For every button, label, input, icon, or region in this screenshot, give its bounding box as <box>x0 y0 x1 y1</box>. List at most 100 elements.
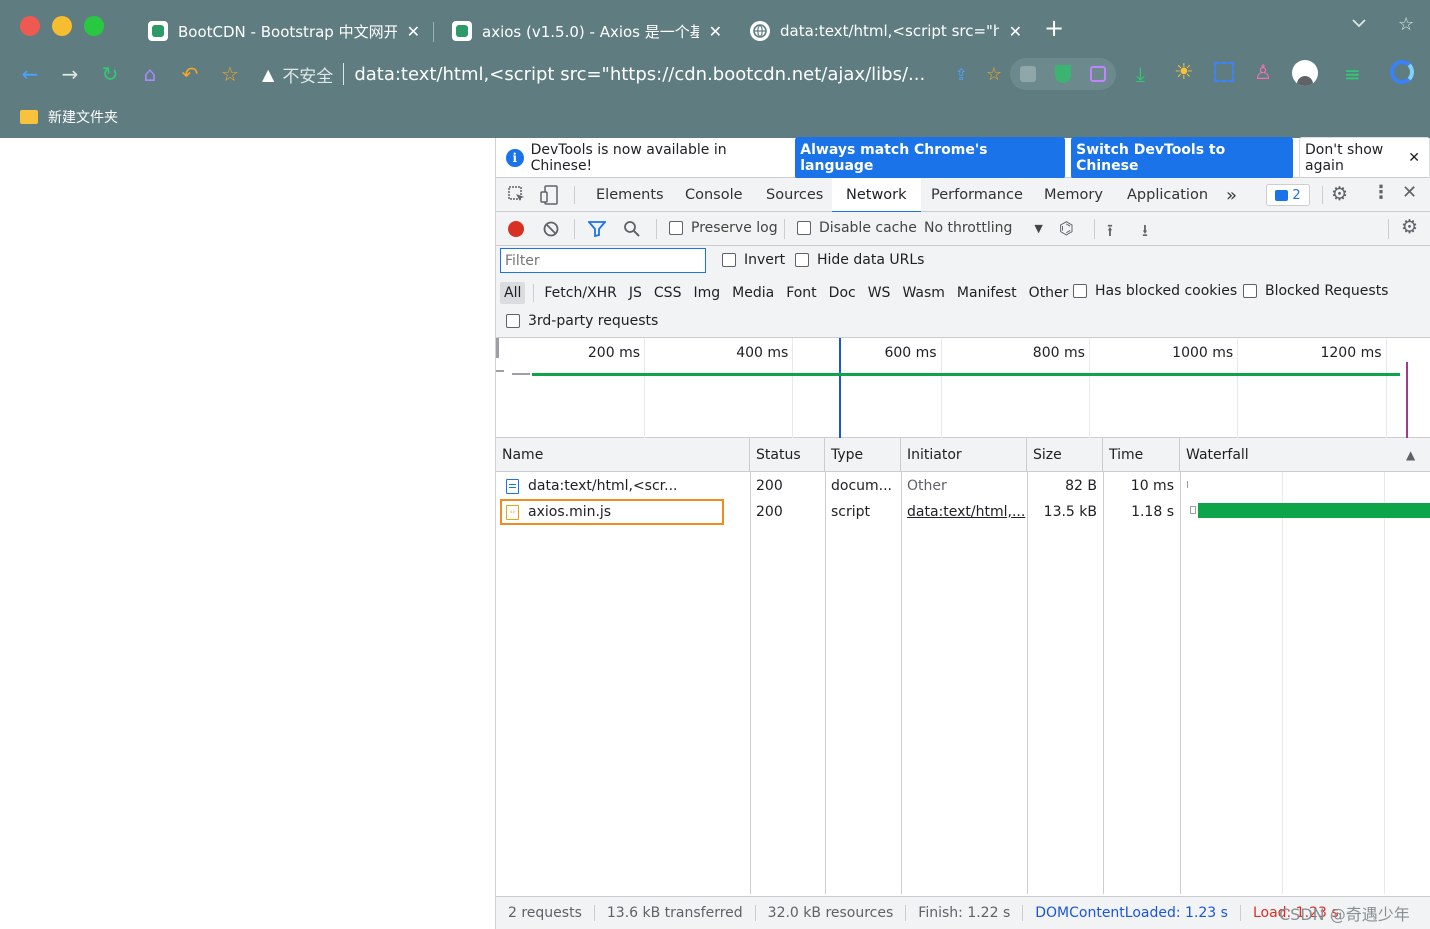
column-header-size[interactable]: Size <box>1027 438 1103 472</box>
checkbox[interactable] <box>797 221 811 235</box>
column-header-status[interactable]: Status <box>750 438 825 472</box>
tab-network[interactable]: Network <box>832 178 921 213</box>
type-filter-media[interactable]: Media <box>728 282 778 304</box>
close-devtools-icon[interactable]: ✕ <box>1402 182 1417 203</box>
tab-close-icon[interactable]: ✕ <box>1009 22 1022 41</box>
omnibox[interactable]: ▲ 不安全 data:text/html,<script src="https:… <box>262 58 1002 90</box>
column-header-waterfall[interactable]: Waterfall <box>1180 438 1430 472</box>
home-icon[interactable]: ⌂ <box>136 52 164 96</box>
column-header-type[interactable]: Type <box>825 438 901 472</box>
type-filter-all[interactable]: All <box>500 282 526 304</box>
type-filter-css[interactable]: CSS <box>650 282 686 304</box>
type-filter-ws[interactable]: WS <box>864 282 895 304</box>
network-conditions-icon[interactable]: ⌬ <box>1059 219 1074 239</box>
network-overview-timeline[interactable]: 200 ms 400 ms 600 ms 800 ms 1000 ms 1200 ms <box>496 338 1430 438</box>
shield-icon[interactable] <box>1054 65 1071 83</box>
tab-memory[interactable]: Memory <box>1044 178 1103 212</box>
export-har-icon[interactable]: ⭳ <box>1142 218 1148 247</box>
filter-icon[interactable] <box>587 221 607 238</box>
device-toolbar-icon[interactable] <box>540 185 558 205</box>
column-header-name[interactable]: Name <box>496 438 750 472</box>
checkbox[interactable] <box>1243 284 1257 298</box>
record-icon[interactable] <box>508 221 524 237</box>
extension-icon[interactable] <box>1019 66 1036 82</box>
undo-icon[interactable]: ↶ <box>176 52 204 96</box>
tab-performance[interactable]: Performance <box>931 178 1023 212</box>
tab-close-icon[interactable]: ✕ <box>709 22 722 41</box>
star-icon[interactable]: ☆ <box>986 64 1002 85</box>
checkbox[interactable] <box>795 253 809 267</box>
timeline-tick-label: 1000 ms <box>1172 345 1234 361</box>
close-window-button[interactable] <box>20 16 40 36</box>
blocked-requests-checkbox[interactable]: Blocked Requests <box>1243 283 1388 299</box>
table-row[interactable]: ‹› axios.min.js 200 script data:text/htm… <box>496 499 1430 525</box>
type-filter-font[interactable]: Font <box>782 282 820 304</box>
shirt-icon[interactable]: ♙ <box>1254 60 1272 84</box>
hide-data-urls-checkbox[interactable]: Hide data URLs <box>795 252 924 268</box>
throttling-select[interactable]: No throttling ▼ <box>924 220 1043 236</box>
invert-checkbox[interactable]: Invert <box>722 252 785 268</box>
import-har-icon[interactable]: ⭱ <box>1107 218 1113 247</box>
column-header-initiator[interactable]: Initiator <box>901 438 1027 472</box>
checkbox[interactable] <box>669 221 683 235</box>
disable-cache-checkbox[interactable]: Disable cache <box>797 220 917 236</box>
switch-chinese-button[interactable]: Switch DevTools to Chinese <box>1071 136 1294 179</box>
sun-icon[interactable]: ☀ <box>1174 60 1194 85</box>
edge-logo-icon[interactable] <box>1390 60 1414 84</box>
profile-avatar[interactable] <box>1292 60 1318 86</box>
kebab-menu-icon[interactable]: ⋮ <box>1372 182 1390 203</box>
network-settings-gear-icon[interactable]: ⚙ <box>1401 216 1418 238</box>
share-icon[interactable]: ⇪ <box>954 65 967 84</box>
back-icon[interactable]: ← <box>16 52 44 96</box>
more-tabs-icon[interactable]: » <box>1226 178 1237 212</box>
search-icon[interactable] <box>623 220 641 238</box>
table-row[interactable]: data:text/html,<scr... 200 docum... Othe… <box>496 473 1430 499</box>
new-tab-button[interactable]: + <box>1044 14 1064 42</box>
type-filter-manifest[interactable]: Manifest <box>953 282 1021 304</box>
preserve-log-checkbox[interactable]: Preserve log <box>669 220 778 236</box>
match-language-button[interactable]: Always match Chrome's language <box>795 136 1066 179</box>
browser-tab-data-url[interactable]: data:text/html,<script src="htt ✕ <box>734 10 1032 52</box>
tab-close-icon[interactable]: ✕ <box>407 22 420 41</box>
issues-badge[interactable]: 2 <box>1266 184 1310 206</box>
tab-application[interactable]: Application <box>1127 178 1208 212</box>
waterfall-bar <box>1187 481 1188 488</box>
forward-icon[interactable]: → <box>56 52 84 96</box>
url-text[interactable]: data:text/html,<script src="https://cdn.… <box>354 64 942 85</box>
grid-icon[interactable] <box>1090 66 1107 82</box>
third-party-checkbox[interactable]: 3rd-party requests <box>506 313 658 329</box>
tab-elements[interactable]: Elements <box>596 178 664 212</box>
type-filter-img[interactable]: Img <box>689 282 724 304</box>
type-filter-doc[interactable]: Doc <box>825 282 860 304</box>
checkbox[interactable] <box>1073 284 1087 298</box>
request-initiator-link[interactable]: data:text/html,... <box>901 499 1027 525</box>
type-filter-other[interactable]: Other <box>1025 282 1073 304</box>
screenshot-icon[interactable] <box>1214 62 1234 82</box>
browser-tab-bootcdn[interactable]: BootCDN - Bootstrap 中文网开 ✕ <box>132 10 430 52</box>
minimize-window-button[interactable] <box>52 16 72 36</box>
maximize-window-button[interactable] <box>84 16 104 36</box>
reload-icon[interactable]: ↻ <box>96 52 124 96</box>
download-icon[interactable]: ⤓ <box>1136 62 1145 86</box>
bookmark-star-icon[interactable]: ☆ <box>216 52 244 96</box>
checkbox[interactable] <box>506 314 520 328</box>
has-blocked-cookies-checkbox[interactable]: Has blocked cookies <box>1073 283 1237 299</box>
sort-ascending-icon[interactable]: ▲ <box>1406 448 1415 462</box>
pin-icon[interactable]: ☆ <box>1398 14 1414 35</box>
bookmark-folder[interactable]: 新建文件夹 <box>48 107 118 127</box>
type-filter-fetch-xhr[interactable]: Fetch/XHR <box>540 282 621 304</box>
tab-search-icon[interactable] <box>1350 14 1368 32</box>
browser-tab-axios[interactable]: axios (v1.5.0) - Axios 是一个基 ✕ <box>436 10 732 52</box>
menu-icon[interactable]: ≡ <box>1344 62 1361 86</box>
checkbox[interactable] <box>722 253 736 267</box>
settings-gear-icon[interactable]: ⚙ <box>1331 183 1348 205</box>
type-filter-wasm[interactable]: Wasm <box>898 282 948 304</box>
clear-icon[interactable] <box>543 221 559 237</box>
tab-sources[interactable]: Sources <box>766 178 823 212</box>
inspect-element-icon[interactable] <box>508 186 526 204</box>
tab-console[interactable]: Console <box>685 178 743 212</box>
infobar-close-icon[interactable]: ✕ <box>1408 150 1420 166</box>
filter-input[interactable] <box>500 248 706 273</box>
column-header-time[interactable]: Time <box>1103 438 1180 472</box>
type-filter-js[interactable]: JS <box>625 282 646 304</box>
